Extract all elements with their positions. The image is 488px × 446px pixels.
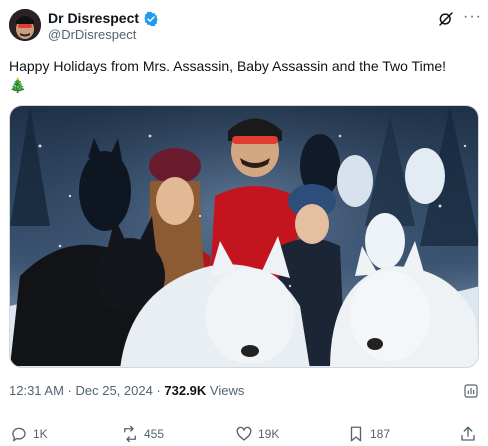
share-button[interactable]: [459, 425, 477, 443]
christmas-tree-emoji: 🎄: [9, 77, 27, 93]
share-icon: [461, 426, 475, 441]
reply-button[interactable]: 1K: [10, 425, 48, 443]
tweet-actions: 1K 455 19K 187: [0, 425, 488, 445]
views-count: 732.9K: [164, 383, 207, 398]
grok-icon[interactable]: [437, 10, 455, 28]
tweet-text: Happy Holidays from Mrs. Assassin, Baby …: [9, 58, 447, 74]
author-name-row[interactable]: Dr Disrespect: [48, 10, 159, 27]
like-button[interactable]: 19K: [235, 425, 279, 443]
like-count: 19K: [258, 427, 280, 441]
author-name[interactable]: Dr Disrespect: [48, 10, 139, 27]
avatar[interactable]: [9, 9, 41, 41]
analytics-icon[interactable]: [463, 383, 479, 399]
verified-badge-icon: [144, 11, 158, 26]
repost-icon: [124, 425, 136, 443]
more-icon[interactable]: ···: [463, 9, 482, 25]
bookmark-icon: [350, 426, 362, 442]
bookmark-count: 187: [370, 427, 391, 441]
tweet-meta: 12:31 AM · Dec 25, 2024 · 732.9K Views: [9, 383, 244, 399]
bookmark-button[interactable]: 187: [347, 425, 390, 443]
repost-button[interactable]: 455: [121, 425, 164, 443]
heart-icon: [236, 426, 252, 441]
reply-icon: [12, 427, 26, 442]
tweet-image[interactable]: [9, 105, 479, 368]
reply-count: 1K: [33, 427, 48, 441]
author-handle[interactable]: @DrDisrespect: [48, 27, 136, 43]
timestamp[interactable]: 12:31 AM · Dec 25, 2024 ·: [9, 383, 164, 398]
repost-count: 455: [144, 427, 165, 441]
views-label: Views: [206, 383, 245, 398]
